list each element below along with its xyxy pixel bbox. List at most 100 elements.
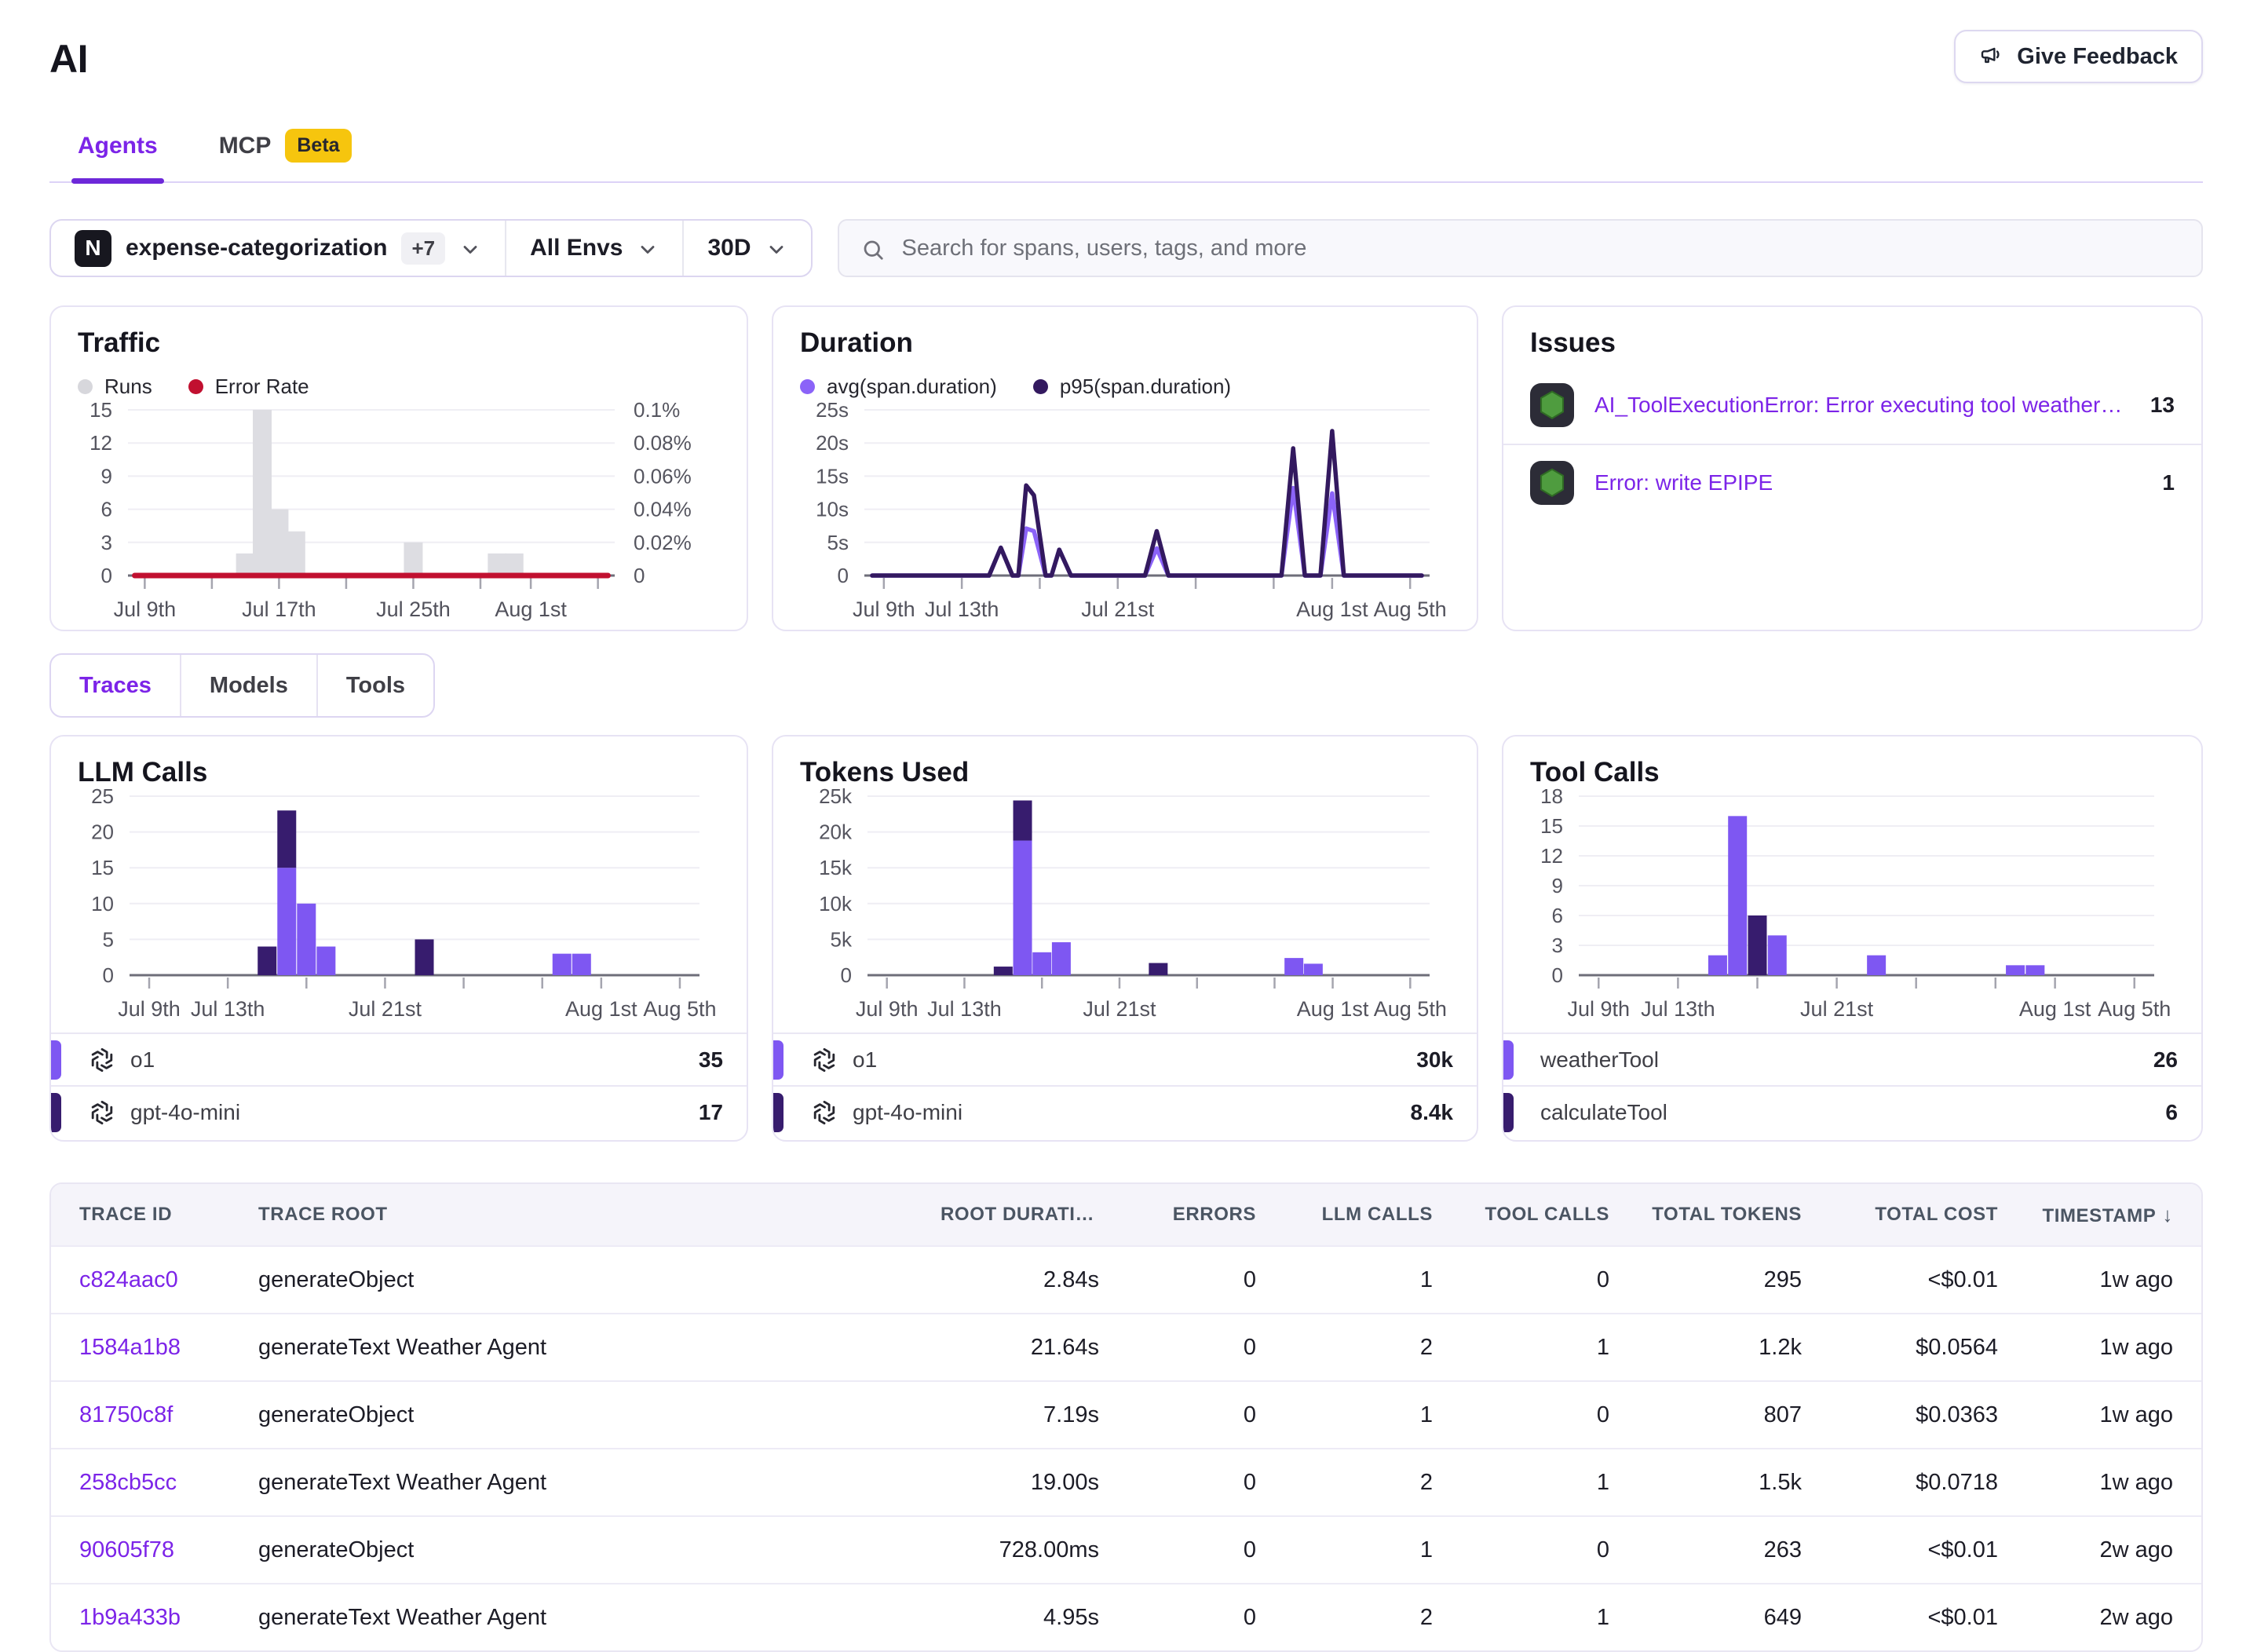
svg-text:0.06%: 0.06% [634, 464, 692, 488]
svg-text:25: 25 [91, 788, 114, 808]
traffic-card-title: Traffic [78, 327, 720, 359]
issue-row[interactable]: Error: write EPIPE 1 [1503, 444, 2201, 521]
openai-icon [88, 1098, 116, 1127]
column-header-trace_root[interactable]: TRACE ROOT [239, 1204, 922, 1226]
cell-trace-id[interactable]: 90605f78 [51, 1537, 239, 1563]
cell-errors: 0 [1118, 1605, 1275, 1631]
issue-count: 1 [2162, 470, 2175, 495]
cell-trace-id[interactable]: 258cb5cc [51, 1470, 239, 1496]
table-row[interactable]: c824aac0generateObject2.84s010295<$0.011… [51, 1245, 2201, 1313]
env-filter-dropdown[interactable]: All Envs [505, 221, 682, 276]
tab-models[interactable]: Models [180, 655, 316, 716]
issue-link[interactable]: AI_ToolExecutionError: Error executing t… [1594, 393, 2130, 418]
svg-text:Jul 21st: Jul 21st [349, 997, 422, 1021]
svg-text:0.1%: 0.1% [634, 402, 680, 422]
series-legend-row[interactable]: o130k [773, 1032, 1477, 1085]
column-header-tool_calls[interactable]: TOOL CALLS [1452, 1204, 1628, 1226]
series-legend-row[interactable]: gpt-4o-mini8.4k [773, 1085, 1477, 1138]
tab-tools[interactable]: Tools [316, 655, 433, 716]
series-legend-row[interactable]: weatherTool26 [1503, 1032, 2201, 1085]
column-header-timestamp[interactable]: TIMESTAMP↓ [2017, 1203, 2201, 1227]
table-row[interactable]: 90605f78generateObject728.00ms010263<$0.… [51, 1515, 2201, 1583]
cell-timestamp[interactable]: 1w ago [2017, 1267, 2201, 1293]
svg-text:10k: 10k [819, 892, 853, 916]
cell-timestamp[interactable]: 2w ago [2017, 1537, 2201, 1563]
svg-text:Aug 5th: Aug 5th [643, 997, 716, 1021]
series-swatch [773, 1040, 783, 1080]
series-label: o1 [130, 1047, 685, 1073]
cell-root-duration: 21.64s [922, 1335, 1118, 1361]
svg-text:5k: 5k [831, 927, 853, 951]
svg-text:0.02%: 0.02% [634, 531, 692, 554]
issue-link[interactable]: Error: write EPIPE [1594, 470, 2142, 495]
legend-dot-icon [78, 379, 93, 394]
project-filter-label: expense-categorization [126, 235, 387, 261]
svg-text:15: 15 [91, 856, 114, 879]
cell-timestamp[interactable]: 1w ago [2017, 1470, 2201, 1496]
series-swatch [51, 1093, 61, 1132]
legend-label: Runs [104, 375, 152, 399]
cell-llm-calls: 1 [1275, 1537, 1452, 1563]
svg-text:Jul 21st: Jul 21st [1800, 997, 1874, 1021]
cell-timestamp[interactable]: 2w ago [2017, 1605, 2201, 1631]
svg-text:Jul 13th: Jul 13th [925, 598, 999, 621]
cell-timestamp[interactable]: 1w ago [2017, 1402, 2201, 1428]
openai-icon [88, 1046, 116, 1074]
llm-calls-legend: o135gpt-4o-mini17 [51, 1032, 747, 1138]
cell-trace-id[interactable]: 81750c8f [51, 1402, 239, 1428]
column-header-total_cost[interactable]: TOTAL COST [1821, 1204, 2017, 1226]
tab-agents[interactable]: Agents [75, 119, 161, 181]
cell-errors: 0 [1118, 1335, 1275, 1361]
svg-text:0.08%: 0.08% [634, 431, 692, 455]
env-filter-label: All Envs [530, 235, 623, 261]
cell-llm-calls: 2 [1275, 1335, 1452, 1361]
svg-text:18: 18 [1540, 788, 1563, 808]
column-header-root_duration[interactable]: ROOT DURATION [922, 1204, 1118, 1226]
tab-tools-label: Tools [346, 673, 405, 699]
series-legend-row[interactable]: calculateTool6 [1503, 1085, 2201, 1138]
search-box[interactable] [838, 219, 2203, 277]
tab-traces[interactable]: Traces [51, 655, 180, 716]
svg-text:3: 3 [1552, 934, 1563, 957]
table-row[interactable]: 1b9a433bgenerateText Weather Agent4.95s0… [51, 1583, 2201, 1650]
date-range-dropdown[interactable]: 30D [682, 221, 810, 276]
column-header-llm_calls[interactable]: LLM CALLS [1275, 1204, 1452, 1226]
svg-text:20s: 20s [816, 431, 849, 455]
legend-item: Error Rate [188, 375, 309, 399]
column-header-trace_id[interactable]: TRACE ID [51, 1204, 239, 1226]
series-value: 26 [2153, 1047, 2178, 1073]
tab-mcp[interactable]: MCP Beta [216, 119, 355, 181]
svg-text:10s: 10s [816, 498, 849, 521]
search-input[interactable] [900, 235, 2179, 262]
give-feedback-button[interactable]: Give Feedback [1954, 30, 2203, 83]
table-row[interactable]: 1584a1b8generateText Weather Agent21.64s… [51, 1313, 2201, 1380]
svg-text:12: 12 [1540, 844, 1563, 868]
series-legend-row[interactable]: gpt-4o-mini17 [51, 1085, 747, 1138]
cell-timestamp[interactable]: 1w ago [2017, 1335, 2201, 1361]
filter-row: N expense-categorization +7 All Envs 30D [49, 219, 2203, 277]
svg-text:Jul 21st: Jul 21st [1083, 997, 1156, 1021]
cell-trace-id[interactable]: 1584a1b8 [51, 1335, 239, 1361]
svg-text:Aug 5th: Aug 5th [1374, 598, 1447, 621]
series-label: o1 [853, 1047, 1402, 1073]
table-row[interactable]: 81750c8fgenerateObject7.19s010807$0.0363… [51, 1380, 2201, 1448]
svg-text:0: 0 [841, 963, 852, 987]
series-label: calculateTool [1540, 1100, 2151, 1125]
series-swatch [51, 1040, 61, 1080]
table-row[interactable]: 258cb5ccgenerateText Weather Agent19.00s… [51, 1448, 2201, 1515]
svg-text:9: 9 [101, 464, 112, 488]
cell-trace-id[interactable]: 1b9a433b [51, 1605, 239, 1631]
svg-text:Aug 5th: Aug 5th [2098, 997, 2171, 1021]
series-value: 8.4k [1411, 1100, 1454, 1125]
svg-text:6: 6 [101, 498, 112, 521]
project-filter-dropdown[interactable]: N expense-categorization +7 [51, 221, 505, 276]
column-header-total_tokens[interactable]: TOTAL TOKENS [1628, 1204, 1821, 1226]
cell-trace-root: generateText Weather Agent [239, 1470, 922, 1496]
svg-text:0: 0 [838, 564, 849, 587]
column-header-errors[interactable]: ERRORS [1118, 1204, 1275, 1226]
cell-trace-id[interactable]: c824aac0 [51, 1267, 239, 1293]
cell-trace-root: generateObject [239, 1402, 922, 1428]
issue-row[interactable]: AI_ToolExecutionError: Error executing t… [1503, 367, 2201, 444]
svg-text:25s: 25s [816, 402, 849, 422]
series-legend-row[interactable]: o135 [51, 1032, 747, 1085]
